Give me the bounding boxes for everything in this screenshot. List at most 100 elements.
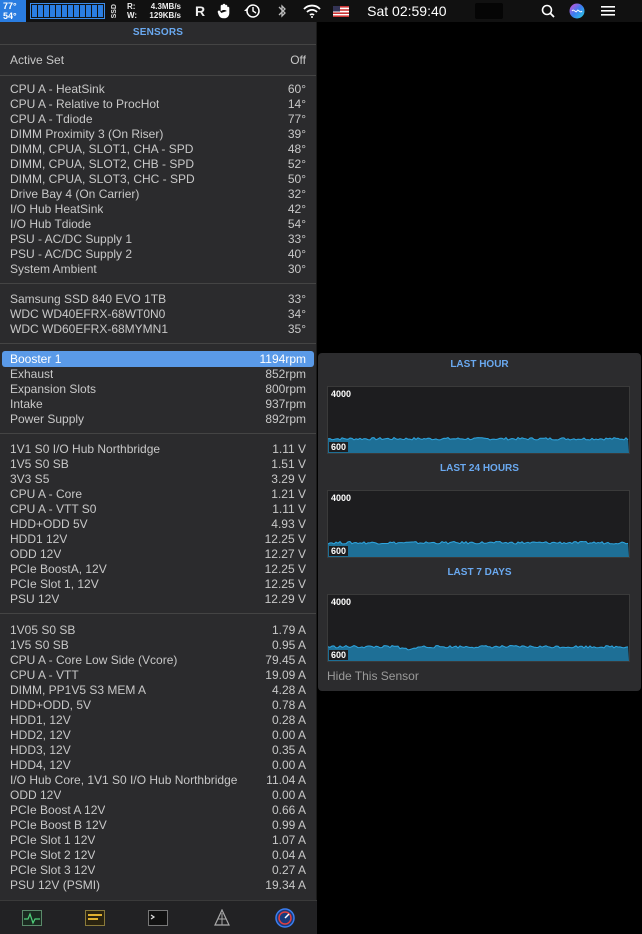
sensor-row-psu-ac-dc-supply-1[interactable]: PSU - AC/DC Supply 1 33° bbox=[0, 232, 316, 247]
sensor-row-odd-12v[interactable]: ODD 12V 12.27 V bbox=[0, 547, 316, 562]
sensor-row-expansion-slots[interactable]: Expansion Slots 800rpm bbox=[0, 382, 316, 397]
sensors-gauge-icon[interactable] bbox=[274, 907, 296, 929]
sensor-row-samsung-ssd-840-evo-1tb[interactable]: Samsung SSD 840 EVO 1TB 33° bbox=[0, 292, 316, 307]
sensor-row-psu-ac-dc-supply-2[interactable]: PSU - AC/DC Supply 2 40° bbox=[0, 247, 316, 262]
sensor-row-exhaust[interactable]: Exhaust 852rpm bbox=[0, 367, 316, 382]
wifi-icon[interactable] bbox=[303, 0, 321, 22]
sensor-row-cpu-a-vtt-s0[interactable]: CPU A - VTT S0 1.11 V bbox=[0, 502, 316, 517]
sensor-value: 0.00 A bbox=[271, 788, 306, 802]
sensor-row-pcie-slot-2-12v[interactable]: PCIe Slot 2 12V 0.04 A bbox=[0, 848, 316, 863]
sensor-row-1v5-s0-sb[interactable]: 1V5 S0 SB 1.51 V bbox=[0, 457, 316, 472]
sensor-name: PCIe Slot 1 12V bbox=[10, 833, 96, 847]
sensor-name: CPU A - Core Low Side (Vcore) bbox=[10, 653, 178, 667]
disk-label: SSD bbox=[111, 3, 118, 19]
active-set-row[interactable]: Active Set Off bbox=[0, 45, 316, 75]
read-rate: 4.3MB/s bbox=[150, 2, 181, 11]
sensor-row-cpu-a-core-low-side-vcore[interactable]: CPU A - Core Low Side (Vcore) 79.45 A bbox=[0, 653, 316, 668]
terminal-icon[interactable] bbox=[147, 907, 169, 929]
sensor-row-pcie-boost-a-12v[interactable]: PCIe Boost A 12V 0.66 A bbox=[0, 803, 316, 818]
hand-icon[interactable] bbox=[217, 0, 231, 22]
menubar-clock[interactable]: Sat 02:59:40 bbox=[367, 3, 446, 19]
sensor-name: Power Supply bbox=[10, 412, 85, 426]
sensor-row-pcie-slot-1-12v[interactable]: PCIe Slot 1 12V 1.07 A bbox=[0, 833, 316, 848]
sensor-name: HDD+ODD, 5V bbox=[10, 698, 92, 712]
sensor-row-pcie-boosta-12v[interactable]: PCIe BoostA, 12V 12.25 V bbox=[0, 562, 316, 577]
sensor-row-hdd4-12v[interactable]: HDD4, 12V 0.00 A bbox=[0, 758, 316, 773]
sensor-row-drive-bay-4-on-carrier[interactable]: Drive Bay 4 (On Carrier) 32° bbox=[0, 187, 316, 202]
sensor-row-hdd-odd-5v[interactable]: HDD+ODD 5V 4.93 V bbox=[0, 517, 316, 532]
search-icon[interactable] bbox=[541, 0, 555, 22]
cpu-temperature-indicator[interactable]: 77° 54° bbox=[0, 0, 26, 22]
graph-min-label: 600 bbox=[329, 650, 349, 660]
graph-title-last-hour: LAST HOUR bbox=[450, 359, 509, 370]
bluetooth-icon[interactable] bbox=[277, 0, 287, 22]
sensor-name: ODD 12V bbox=[10, 788, 62, 802]
sensor-row-intake[interactable]: Intake 937rpm bbox=[0, 397, 316, 412]
sensor-row-1v1-s0-i-o-hub-northbridge[interactable]: 1V1 S0 I/O Hub Northbridge 1.11 V bbox=[0, 442, 316, 457]
graph-title-last-24-hours: LAST 24 HOURS bbox=[440, 463, 519, 474]
flag-icon[interactable] bbox=[333, 0, 350, 22]
sensor-row-odd-12v[interactable]: ODD 12V 0.00 A bbox=[0, 788, 316, 803]
graph-min-label: 600 bbox=[329, 442, 349, 452]
disk-io-indicator[interactable]: R: 4.3MB/s W: 129KB/s bbox=[125, 2, 181, 20]
sensor-row-i-o-hub-heatsink[interactable]: I/O Hub HeatSink 42° bbox=[0, 202, 316, 217]
r-icon[interactable]: R bbox=[195, 0, 205, 22]
cpu-monitor-icon[interactable] bbox=[21, 907, 43, 929]
sensor-row-hdd2-12v[interactable]: HDD2, 12V 0.00 A bbox=[0, 728, 316, 743]
sensor-row-cpu-a-vtt[interactable]: CPU A - VTT 19.09 A bbox=[0, 668, 316, 683]
active-set-value[interactable]: Off bbox=[290, 45, 306, 75]
sensor-value: 0.78 A bbox=[271, 698, 306, 712]
sensor-row-pcie-boost-b-12v[interactable]: PCIe Boost B 12V 0.99 A bbox=[0, 818, 316, 833]
sensor-name: 3V3 S5 bbox=[10, 472, 50, 486]
sensor-row-dimm-pp1v5-s3-mem-a[interactable]: DIMM, PP1V5 S3 MEM A 4.28 A bbox=[0, 683, 316, 698]
sensor-row-booster-1[interactable]: Booster 1 1194rpm bbox=[2, 351, 314, 367]
sensor-row-3v3-s5[interactable]: 3V3 S5 3.29 V bbox=[0, 472, 316, 487]
sensor-row-cpu-a-tdiode[interactable]: CPU A - Tdiode 77° bbox=[0, 112, 316, 127]
time-machine-icon[interactable] bbox=[243, 0, 261, 22]
sensor-row-psu-12v[interactable]: PSU 12V 12.29 V bbox=[0, 592, 316, 607]
sensor-row-power-supply[interactable]: Power Supply 892rpm bbox=[0, 412, 316, 427]
sensor-value: 0.28 A bbox=[271, 713, 306, 727]
sensor-value: 0.35 A bbox=[271, 743, 306, 757]
sensor-row-cpu-a-heatsink[interactable]: CPU A - HeatSink 60° bbox=[0, 82, 316, 97]
cpu-usage-bars[interactable] bbox=[30, 3, 105, 19]
sensor-row-pcie-slot-3-12v[interactable]: PCIe Slot 3 12V 0.27 A bbox=[0, 863, 316, 878]
network-icon[interactable] bbox=[211, 907, 233, 929]
siri-icon[interactable] bbox=[569, 0, 585, 22]
sensor-value: 1.51 V bbox=[271, 457, 306, 471]
sensor-row-i-o-hub-core-1v1-s0-i-o-hub-northbridge[interactable]: I/O Hub Core, 1V1 S0 I/O Hub Northbridge… bbox=[0, 773, 316, 788]
sensor-row-dimm-cpua-slot1-cha-spd[interactable]: DIMM, CPUA, SLOT1, CHA - SPD 48° bbox=[0, 142, 316, 157]
hide-sensor-button[interactable]: Hide This Sensor bbox=[327, 669, 419, 683]
sensor-row-wdc-wd40efrx-68wt0n0[interactable]: WDC WD40EFRX-68WT0N0 34° bbox=[0, 307, 316, 322]
menu-icon[interactable] bbox=[600, 0, 615, 22]
sensor-row-1v05-s0-sb[interactable]: 1V05 S0 SB 1.79 A bbox=[0, 623, 316, 638]
sensor-row-dimm-cpua-slot3-chc-spd[interactable]: DIMM, CPUA, SLOT3, CHC - SPD 50° bbox=[0, 172, 316, 187]
temperature-group: CPU A - HeatSink 60° CPU A - Relative to P… bbox=[0, 76, 316, 283]
sensor-row-hdd-odd-5v[interactable]: HDD+ODD, 5V 0.78 A bbox=[0, 698, 316, 713]
graph-last-7-days: 4000 600 bbox=[327, 594, 630, 662]
memory-icon[interactable] bbox=[84, 907, 106, 929]
sensor-row-psu-12v-psmi[interactable]: PSU 12V (PSMI) 19.34 A bbox=[0, 878, 316, 893]
graph-last-24-hours: 4000 600 bbox=[327, 490, 630, 558]
sensor-row-system-ambient[interactable]: System Ambient 30° bbox=[0, 262, 316, 277]
sensor-row-hdd3-12v[interactable]: HDD3, 12V 0.35 A bbox=[0, 743, 316, 758]
sensor-name: PSU 12V bbox=[10, 592, 60, 606]
sensor-row-wdc-wd60efrx-68mymn1[interactable]: WDC WD60EFRX-68MYMN1 35° bbox=[0, 322, 316, 337]
sensor-value: 0.00 A bbox=[271, 758, 306, 772]
sensor-value: 4.93 V bbox=[271, 517, 306, 531]
sensor-name: I/O Hub Core, 1V1 S0 I/O Hub Northbridge bbox=[10, 773, 238, 787]
sensor-row-i-o-hub-tdiode[interactable]: I/O Hub Tdiode 54° bbox=[0, 217, 316, 232]
active-set-label: Active Set bbox=[10, 53, 65, 67]
sensor-row-hdd1-12v[interactable]: HDD1, 12V 0.28 A bbox=[0, 713, 316, 728]
sensor-row-dimm-proximity-3-on-riser[interactable]: DIMM Proximity 3 (On Riser) 39° bbox=[0, 127, 316, 142]
sensor-row-cpu-a-relative-to-prochot[interactable]: CPU A - Relative to ProcHot 14° bbox=[0, 97, 316, 112]
history-area bbox=[328, 437, 629, 453]
sensor-value: 35° bbox=[287, 322, 306, 336]
sensor-row-1v5-s0-sb[interactable]: 1V5 S0 SB 0.95 A bbox=[0, 638, 316, 653]
sensor-row-hdd1-12v[interactable]: HDD1 12V 12.25 V bbox=[0, 532, 316, 547]
sensor-name: HDD2, 12V bbox=[10, 728, 71, 742]
sensor-row-pcie-slot-1-12v[interactable]: PCIe Slot 1, 12V 12.25 V bbox=[0, 577, 316, 592]
sensor-row-dimm-cpua-slot2-chb-spd[interactable]: DIMM, CPUA, SLOT2, CHB - SPD 52° bbox=[0, 157, 316, 172]
fans-group: Booster 1 1194rpm Exhaust 852rpm Expansion S… bbox=[0, 344, 316, 433]
sensor-row-cpu-a-core[interactable]: CPU A - Core 1.21 V bbox=[0, 487, 316, 502]
